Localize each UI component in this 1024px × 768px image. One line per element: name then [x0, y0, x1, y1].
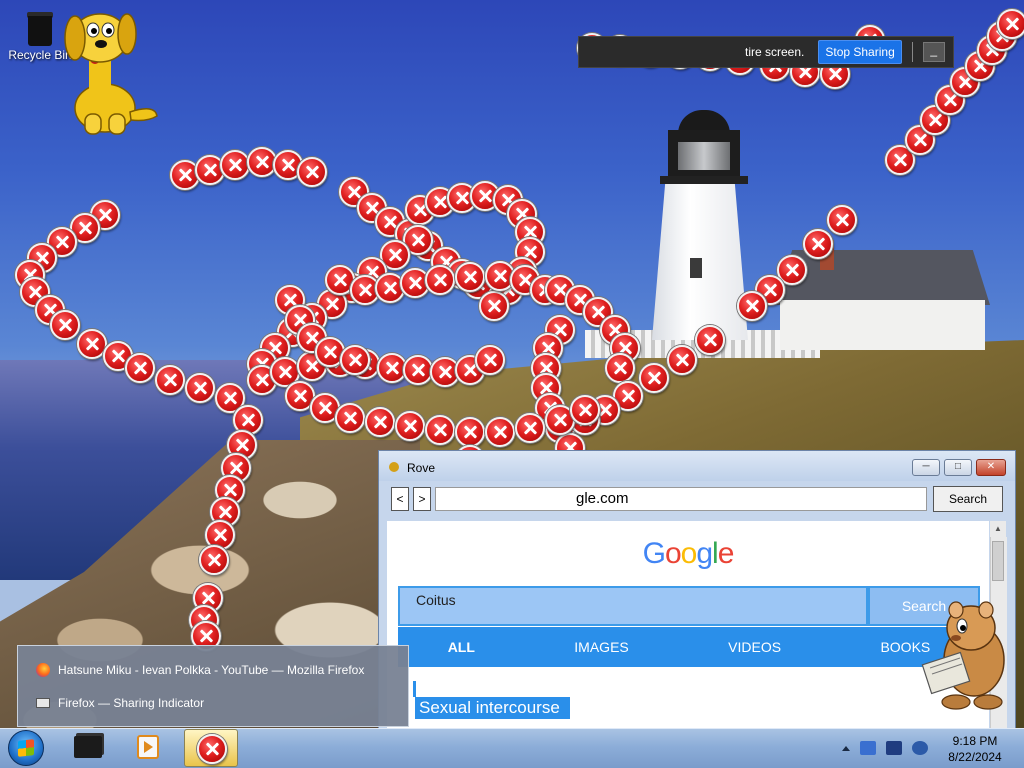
taskbar-jump-list: Hatsune Miku - Ievan Polkka - YouTube — …: [17, 645, 409, 727]
error-icon: [455, 262, 485, 292]
window-icon: [36, 698, 50, 708]
error-icon: [695, 325, 725, 355]
error-icon: [475, 345, 505, 375]
logo-letter: o: [680, 537, 698, 570]
error-icon: [155, 365, 185, 395]
error-icon: [455, 417, 485, 447]
clock-date: 8/22/2024: [948, 750, 1002, 764]
error-icon: [605, 353, 635, 383]
google-logo: Google: [387, 537, 989, 571]
error-icon: [125, 353, 155, 383]
tab-videos[interactable]: VIDEOS: [728, 639, 781, 655]
clock-time: 9:18 PM: [952, 734, 998, 748]
system-tray: [842, 738, 928, 758]
minimize-button[interactable]: ─: [912, 459, 940, 476]
result-marker: [413, 681, 416, 697]
error-icon: [199, 545, 229, 575]
error-icon: [425, 265, 455, 295]
start-button[interactable]: [8, 730, 44, 766]
error-icon: [515, 413, 545, 443]
jump-list-item[interactable]: Hatsune Miku - Ievan Polkka - YouTube — …: [36, 659, 364, 681]
logo-letter: G: [642, 537, 666, 570]
error-icon: [827, 205, 857, 235]
lighthouse-gallery: [660, 176, 748, 184]
logo-letter: g: [696, 537, 713, 570]
media-player-icon: [137, 735, 159, 759]
logo-letter: e: [717, 537, 735, 570]
error-icon: [997, 9, 1024, 39]
network-icon[interactable]: [860, 741, 876, 755]
error-icon: [50, 310, 80, 340]
tab-all[interactable]: ALL: [448, 639, 475, 655]
result-title-link[interactable]: Sexual intercourse: [415, 697, 570, 719]
error-icon: [340, 345, 370, 375]
search-input[interactable]: Coitus: [398, 586, 868, 626]
logo-letter: o: [664, 537, 682, 570]
folder-icon: [74, 736, 102, 758]
error-icon: [403, 355, 433, 385]
search-tabs: ALL IMAGES VIDEOS BOOKS: [398, 627, 980, 667]
error-icon: [479, 291, 509, 321]
taskbar-error-app-button[interactable]: [184, 729, 238, 767]
error-icon: [395, 411, 425, 441]
maximize-button[interactable]: □: [944, 459, 972, 476]
jump-list-item[interactable]: Firefox — Sharing Indicator: [36, 692, 204, 714]
close-button[interactable]: ✕: [976, 459, 1006, 476]
hamster-reading-icon[interactable]: [916, 598, 1008, 712]
error-icon: [639, 363, 669, 393]
lighthouse-glass: [678, 142, 730, 170]
cartoon-dog-icon[interactable]: [55, 4, 160, 136]
window-title: Rove: [407, 461, 436, 475]
lighthouse-window: [690, 258, 702, 278]
display-icon[interactable]: [886, 741, 902, 755]
error-icon: [803, 229, 833, 259]
keeper-house: [780, 300, 985, 350]
recycle-bin-icon: [23, 6, 57, 46]
house-roof: [775, 250, 990, 305]
navigation-bar: < > gle.com Search: [391, 485, 1005, 513]
error-icon: [425, 415, 455, 445]
sharing-minimize-button[interactable]: _: [922, 42, 945, 62]
show-hidden-icons-icon[interactable]: [842, 745, 850, 751]
address-bar[interactable]: gle.com: [435, 487, 927, 511]
error-icon: [220, 150, 250, 180]
sharing-indicator-bar: tire screen. Stop Sharing _: [578, 36, 954, 68]
window-titlebar[interactable]: Rove ─ □ ✕: [379, 451, 1015, 481]
error-icon: [197, 734, 227, 764]
error-icon: [297, 157, 327, 187]
jump-list-item-label: Firefox — Sharing Indicator: [58, 696, 205, 710]
sharing-message: tire screen.: [745, 45, 805, 59]
error-icon: [737, 291, 767, 321]
tab-images[interactable]: IMAGES: [574, 639, 628, 655]
firefox-icon: [36, 663, 50, 677]
app-icon: [389, 462, 399, 472]
error-icon: [185, 373, 215, 403]
error-icon: [667, 345, 697, 375]
jump-list-item-label: Hatsune Miku - Ievan Polkka - YouTube — …: [58, 663, 365, 677]
volume-icon[interactable]: [912, 741, 928, 755]
forward-button[interactable]: >: [413, 487, 431, 511]
error-icon: [485, 417, 515, 447]
scroll-up-button[interactable]: ▲: [990, 521, 1006, 537]
address-search-button[interactable]: Search: [933, 486, 1003, 512]
taskbar-clock[interactable]: 9:18 PM 8/22/2024: [940, 733, 1010, 765]
sharing-divider: [911, 42, 913, 62]
scrollbar-thumb[interactable]: [992, 541, 1004, 581]
web-page: Google Coitus Search ALL IMAGES VIDEOS B…: [387, 521, 989, 733]
stop-sharing-button[interactable]: Stop Sharing: [818, 40, 902, 64]
error-icon: [365, 407, 395, 437]
back-button[interactable]: <: [391, 487, 409, 511]
error-icon: [335, 403, 365, 433]
error-icon: [570, 395, 600, 425]
